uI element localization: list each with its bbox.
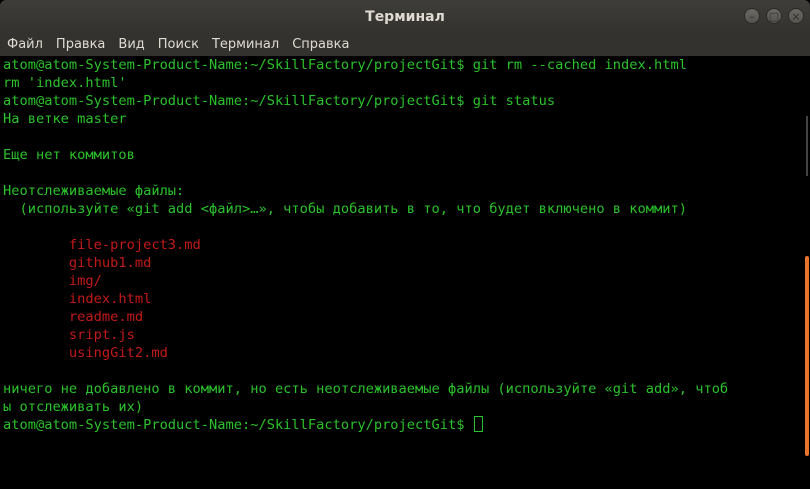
minimize-icon[interactable]: – bbox=[744, 8, 760, 24]
untracked-file: file-project3.md bbox=[3, 237, 201, 253]
menu-edit[interactable]: Правка bbox=[49, 34, 111, 56]
window-title: Терминал bbox=[365, 9, 445, 25]
window-controls: – □ × bbox=[744, 8, 804, 24]
terminal-line: Еще нет коммитов bbox=[3, 147, 135, 163]
text-cursor bbox=[473, 416, 483, 432]
menu-terminal[interactable]: Терминал bbox=[205, 34, 285, 56]
terminal-line: ы отслеживать их) bbox=[3, 399, 144, 415]
untracked-file: img/ bbox=[3, 273, 102, 289]
untracked-file: usingGit2.md bbox=[3, 345, 168, 361]
terminal-line: На ветке master bbox=[3, 111, 127, 127]
menu-help[interactable]: Справка bbox=[285, 34, 355, 56]
terminal-line: Неотслеживаемые файлы: bbox=[3, 183, 185, 199]
terminal-output[interactable]: atom@atom-System-Product-Name:~/SkillFac… bbox=[0, 56, 803, 489]
close-icon[interactable]: × bbox=[788, 8, 804, 24]
maximize-icon[interactable]: □ bbox=[766, 8, 782, 24]
scrollbar-thumb[interactable] bbox=[805, 256, 809, 456]
terminal-line: (используйте «git add <файл>…», чтобы до… bbox=[3, 201, 687, 217]
terminal-line: ничего не добавлено в коммит, но есть не… bbox=[3, 381, 729, 397]
terminal-line: atom@atom-System-Product-Name:~/SkillFac… bbox=[3, 57, 687, 73]
prompt-text: atom@atom-System-Product-Name:~/SkillFac… bbox=[3, 417, 473, 433]
terminal-window: Терминал – □ × Файл Правка Вид Поиск Тер… bbox=[0, 0, 810, 489]
untracked-file: readme.md bbox=[3, 309, 144, 325]
menu-search[interactable]: Поиск bbox=[151, 34, 205, 56]
scrollbar[interactable] bbox=[803, 56, 810, 489]
scrollbar-track-mark bbox=[806, 116, 808, 176]
terminal-line: atom@atom-System-Product-Name:~/SkillFac… bbox=[3, 93, 556, 109]
untracked-file: sript.js bbox=[3, 327, 135, 343]
untracked-file: github1.md bbox=[3, 255, 152, 271]
terminal-line: rm 'index.html' bbox=[3, 75, 127, 91]
prompt-line[interactable]: atom@atom-System-Product-Name:~/SkillFac… bbox=[3, 416, 483, 434]
title-bar[interactable]: Терминал – □ × bbox=[0, 0, 810, 34]
menu-file[interactable]: Файл bbox=[0, 34, 49, 56]
menu-view[interactable]: Вид bbox=[111, 34, 150, 56]
menu-bar: Файл Правка Вид Поиск Терминал Справка bbox=[0, 34, 810, 56]
untracked-file: index.html bbox=[3, 291, 152, 307]
